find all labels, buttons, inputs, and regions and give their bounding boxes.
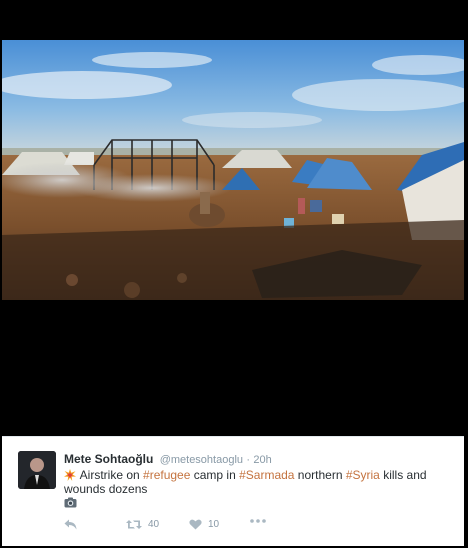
tweet-text: Airstrike on #refugee camp in #Sarmada n… xyxy=(64,468,454,496)
more-options-button[interactable] xyxy=(250,519,266,523)
tweet-actions: 40 10 xyxy=(64,519,364,535)
avatar-image xyxy=(18,451,56,489)
retweet-icon xyxy=(126,520,142,529)
timestamp[interactable]: 20h xyxy=(253,454,271,466)
tweet-text-part: northern xyxy=(294,468,346,482)
reply-icon xyxy=(64,519,77,530)
author-handle[interactable]: @metesohtaoglu xyxy=(160,454,243,466)
like-count: 10 xyxy=(208,519,220,530)
reply-button[interactable] xyxy=(64,519,77,530)
heart-icon xyxy=(189,519,202,530)
camera-icon xyxy=(64,497,77,508)
hashtag-refugee[interactable]: #refugee xyxy=(143,468,190,482)
tweet-text-part: Airstrike on xyxy=(77,468,144,482)
tweet-photo[interactable] xyxy=(2,40,464,300)
media-viewer xyxy=(0,0,468,436)
tweet-text-part: camp in xyxy=(190,468,240,482)
tweet-card: Mete Sohtaoğlu @metesohtaoglu · 20h Airs… xyxy=(2,436,464,546)
more-dots-icon xyxy=(250,519,266,523)
retweet-button[interactable]: 40 xyxy=(126,519,159,530)
author-name[interactable]: Mete Sohtaoğlu xyxy=(64,452,153,466)
retweet-count: 40 xyxy=(148,519,160,530)
separator-dot: · xyxy=(246,454,251,466)
hashtag-syria[interactable]: #Syria xyxy=(346,468,380,482)
camp-photo-image xyxy=(2,40,464,300)
like-button[interactable]: 10 xyxy=(189,519,219,530)
avatar[interactable] xyxy=(18,451,56,489)
hashtag-sarmada[interactable]: #Sarmada xyxy=(239,468,294,482)
collision-icon xyxy=(64,469,76,481)
